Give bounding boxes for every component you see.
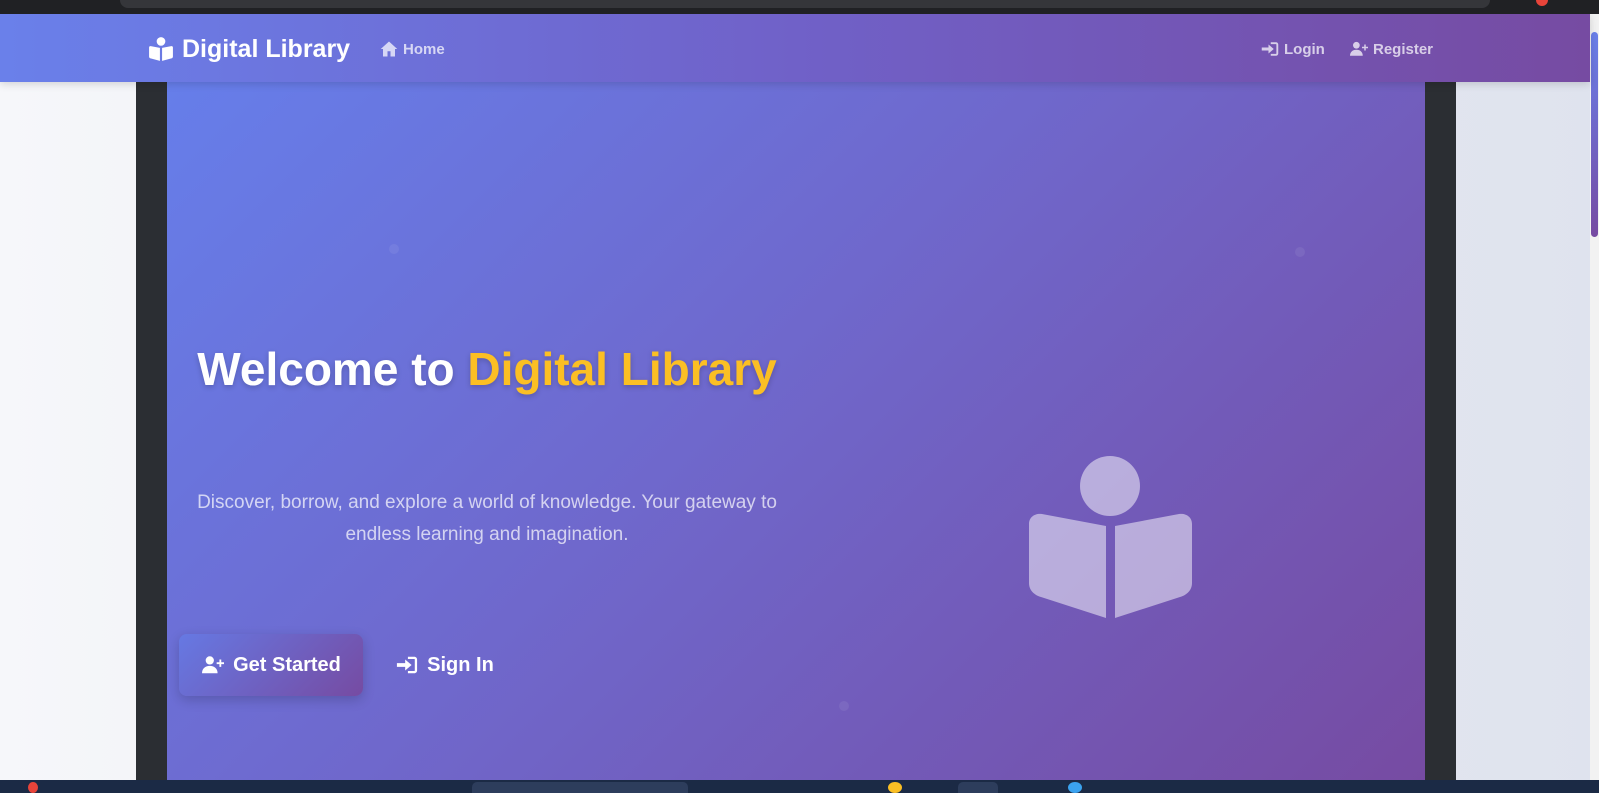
taskbar-item[interactable]	[958, 782, 998, 793]
page: Digital Library Home Login Register Welc…	[0, 14, 1599, 780]
nav-home-label: Home	[403, 40, 445, 58]
hero-subtitle: Discover, borrow, and explore a world of…	[197, 492, 777, 545]
decorative-dot	[839, 701, 849, 711]
notification-dot	[1536, 0, 1548, 6]
sign-in-icon	[397, 656, 418, 674]
navbar: Digital Library Home Login Register	[0, 14, 1590, 82]
taskbar-item[interactable]	[472, 782, 688, 793]
brand-link[interactable]: Digital Library	[148, 32, 350, 66]
sign-in-label: Sign In	[427, 653, 494, 676]
nav-login-link[interactable]: Login	[1261, 37, 1325, 61]
decorative-dot	[389, 244, 399, 254]
page-scrollbar[interactable]	[1590, 14, 1599, 780]
nav-register-label: Register	[1373, 40, 1434, 58]
sign-in-button[interactable]: Sign In	[382, 634, 507, 696]
taskbar-item[interactable]	[888, 782, 902, 793]
brand-name: Digital Library	[182, 34, 351, 63]
browser-toolbar	[0, 0, 1599, 14]
scrollbar-thumb[interactable]	[1591, 32, 1598, 237]
nav-login-label: Login	[1284, 40, 1325, 58]
hero-title-prefix: Welcome to	[197, 343, 455, 395]
decorative-dot	[1295, 247, 1305, 257]
hero-title: Welcome to Digital Library	[187, 341, 787, 398]
address-bar[interactable]	[120, 0, 1490, 8]
get-started-button[interactable]: Get Started	[179, 634, 363, 696]
home-icon	[380, 41, 398, 57]
book-reader-icon	[1029, 456, 1192, 618]
user-plus-icon	[1350, 41, 1368, 56]
os-taskbar	[0, 780, 1599, 793]
taskbar-item[interactable]	[28, 782, 38, 793]
taskbar-item[interactable]	[1068, 782, 1082, 793]
reader-icon	[149, 37, 173, 61]
hero-section: Welcome to Digital Library Discover, bor…	[167, 82, 1425, 780]
nav-register-link[interactable]: Register	[1350, 37, 1433, 61]
user-plus-icon	[202, 656, 225, 674]
sign-in-icon	[1261, 42, 1279, 56]
nav-home-link[interactable]: Home	[380, 37, 445, 61]
hero-title-accent: Digital Library	[467, 343, 777, 395]
get-started-label: Get Started	[233, 653, 341, 676]
